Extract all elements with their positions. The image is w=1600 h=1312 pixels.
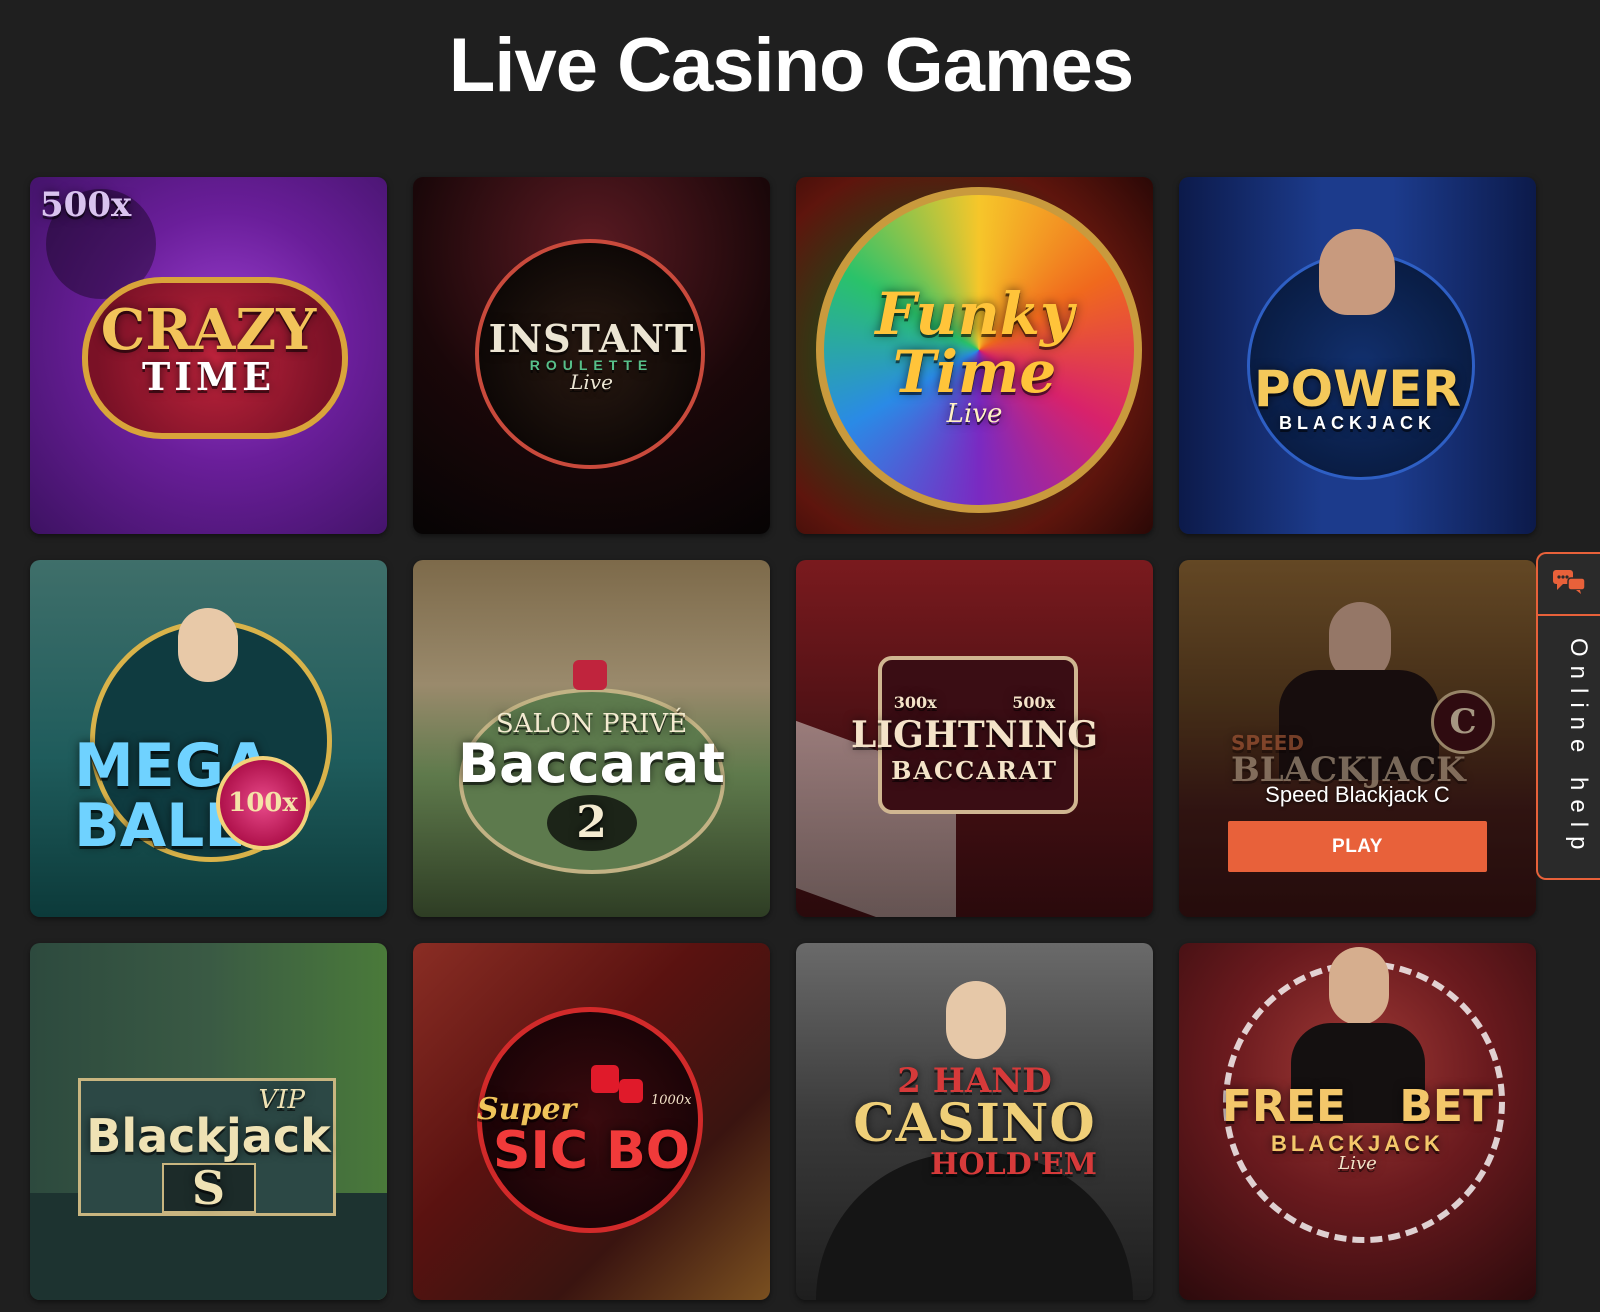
- logo-line-2: Blackjack: [86, 1109, 331, 1164]
- online-help-tab[interactable]: Online help: [1536, 552, 1600, 880]
- game-tile-instant-roulette[interactable]: INSTANT ROULETTE Live: [413, 177, 770, 534]
- dealer-portrait: [946, 981, 1006, 1059]
- play-button[interactable]: PLAY: [1228, 821, 1487, 872]
- game-name: Speed Blackjack C: [1265, 782, 1450, 807]
- game-logo: POWER BLACKJACK: [1179, 364, 1536, 432]
- game-tile-free-bet-blackjack[interactable]: FREE BET BLACKJACK Live: [1179, 943, 1536, 1300]
- logo-line-2: LIGHTNING: [850, 713, 1099, 756]
- help-icon-container: [1538, 554, 1600, 616]
- logo-line-1: 300x 500x: [893, 692, 1056, 712]
- logo-line-1: MEGA: [74, 730, 271, 801]
- logo-line-2: BLACKJACK: [1271, 1130, 1444, 1156]
- game-logo: 2 HAND CASINO HOLD'EM: [796, 1064, 1153, 1180]
- logo-line-1: Funky: [875, 279, 1074, 348]
- game-tile-power-blackjack[interactable]: POWER BLACKJACK: [1179, 177, 1536, 534]
- logo-line-3: Live: [570, 369, 613, 394]
- logo-line-3: S: [161, 1163, 256, 1214]
- logo-line-3: HOLD'EM: [930, 1146, 1097, 1182]
- brand-badge: [573, 660, 607, 690]
- game-logo: Funky Time Live: [796, 285, 1153, 427]
- dealer-portrait: [178, 608, 238, 682]
- game-tile-casino-holdem[interactable]: 2 HAND CASINO HOLD'EM: [796, 943, 1153, 1300]
- logo-line-2: BALL: [74, 790, 243, 861]
- logo-line-2: Baccarat: [458, 732, 725, 796]
- logo-line-2: Time: [892, 337, 1057, 406]
- game-logo: FREE BET BLACKJACK Live: [1179, 1080, 1536, 1174]
- game-tile-vip-blackjack-s[interactable]: VIP Blackjack S: [30, 943, 387, 1300]
- multiplier-label: 100x: [228, 788, 298, 818]
- logo-line-2: SIC BO: [493, 1120, 690, 1181]
- logo-line-2: CRAZY: [100, 296, 317, 363]
- game-logo: 500x CRAZY TIME: [30, 188, 387, 399]
- game-logo: INSTANT ROULETTE Live: [413, 315, 770, 394]
- online-help-label: Online help: [1565, 638, 1592, 859]
- game-tile-speed-blackjack-c[interactable]: SPEED BLACKJACK C Speed Blackjack C PLAY: [1179, 560, 1536, 917]
- page-title: Live Casino Games: [448, 23, 1134, 108]
- logo-line-3: Live: [1338, 1152, 1377, 1174]
- logo-line-3: BACCARAT: [891, 755, 1058, 785]
- logo-line-3: TIME: [141, 353, 276, 399]
- game-tile-mega-ball[interactable]: MEGA BALL 100x: [30, 560, 387, 917]
- game-logo: SALON PRIVÉ Baccarat 2: [413, 711, 770, 852]
- game-tile-super-sic-bo[interactable]: Super SIC BO 1000x: [413, 943, 770, 1300]
- dice-icon: [591, 1065, 619, 1093]
- game-logo: Super SIC BO: [413, 1094, 770, 1181]
- logo-line-1: INSTANT: [488, 315, 695, 361]
- game-tile-funky-time[interactable]: Funky Time Live: [796, 177, 1153, 534]
- logo-line-1: POWER: [1254, 360, 1461, 419]
- game-tile-salon-prive-baccarat[interactable]: SALON PRIVÉ Baccarat 2: [413, 560, 770, 917]
- game-logo: VIP Blackjack S: [30, 1087, 387, 1214]
- dealer-portrait: [1329, 947, 1389, 1025]
- logo-line-1: 500x: [40, 184, 132, 225]
- game-logo: MEGA BALL: [30, 736, 387, 856]
- logo-line-2: CASINO: [853, 1092, 1096, 1154]
- logo-line-3: Live: [946, 398, 1003, 429]
- game-tile-lightning-baccarat[interactable]: 300x 500x LIGHTNING BACCARAT: [796, 560, 1153, 917]
- multiplier-ball: 100x: [216, 756, 310, 850]
- logo-line-1: FREE BET: [1222, 1080, 1493, 1132]
- game-tile-crazy-time[interactable]: 500x CRAZY TIME: [30, 177, 387, 534]
- logo-line-2: BLACKJACK: [1279, 413, 1436, 434]
- dealer-portrait: [1319, 229, 1395, 315]
- game-grid: 500x CRAZY TIME INSTANT ROULETTE Live Fu…: [30, 177, 1536, 1300]
- game-logo: 300x 500x LIGHTNING BACCARAT: [796, 692, 1153, 785]
- multiplier-label: 1000x: [651, 1093, 692, 1108]
- logo-line-3: 2: [546, 795, 637, 852]
- chat-bubbles-icon: [1552, 569, 1586, 600]
